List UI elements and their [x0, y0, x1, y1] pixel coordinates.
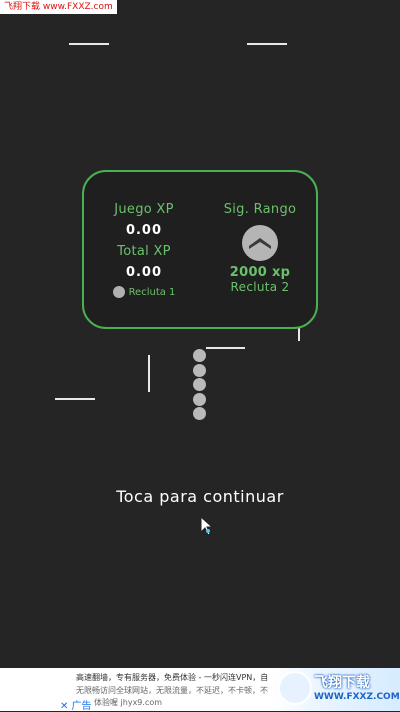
total-xp-label: Total XP — [117, 244, 171, 259]
game-xp-label: Juego XP — [114, 202, 174, 217]
obstacle-line — [206, 347, 245, 349]
xp-column: Juego XP 0.00 Total XP 0.00 Recluta 1 — [84, 202, 204, 298]
current-rank-label: Recluta 1 — [128, 286, 176, 298]
ad-logo-sub: WWW.FXXZ.COM — [314, 692, 400, 702]
ad-line-1: 高速翻墙，专有服务器，免费体验 - 一秒闪连VPN，自 — [76, 673, 269, 682]
xp-panel: Juego XP 0.00 Total XP 0.00 Recluta 1 Si… — [82, 170, 318, 329]
ad-line-2: 无限畅访问全球网站，无限流量，不延迟，不卡顿，不 — [76, 686, 268, 695]
mouse-cursor-icon — [200, 515, 216, 542]
tap-to-continue[interactable]: Toca para continuar — [0, 487, 400, 506]
ad-line-3: 体验喔 jhyx9.com — [94, 698, 163, 707]
ad-logo: 飞翔下载 WWW.FXXZ.COM — [272, 668, 400, 711]
ad-banner[interactable]: 高速翻墙，专有服务器，免费体验 - 一秒闪连VPN，自 无限畅访问全球网站，无限… — [0, 668, 400, 712]
chevron-up-icon — [242, 225, 278, 261]
logo-icon — [278, 671, 312, 705]
ad-close-button[interactable]: ✕ 广告 — [60, 697, 92, 712]
total-xp-value: 0.00 — [125, 265, 163, 280]
snake-segment — [193, 363, 206, 377]
obstacle-line — [148, 355, 150, 392]
watermark-banner: 飞翔下载 www.FXXZ.com — [0, 0, 117, 14]
snake-segment — [193, 378, 206, 391]
next-rank-name: Recluta 2 — [230, 280, 290, 294]
current-rank: Recluta 1 — [84, 286, 204, 298]
next-rank-label: Sig. Rango — [223, 202, 297, 217]
next-rank-xp: 2000 xp — [229, 265, 291, 280]
rank-dot-icon — [112, 286, 125, 298]
game-xp-value: 0.00 — [125, 223, 163, 238]
snake-segment — [193, 407, 206, 420]
snake-body — [193, 349, 206, 422]
obstacle-line — [55, 398, 95, 400]
obstacle-line — [247, 43, 287, 45]
snake-segment — [193, 392, 206, 406]
obstacle-line — [69, 43, 109, 45]
ad-logo-main: 飞翔下载 — [314, 675, 370, 691]
next-rank-column: Sig. Rango 2000 xp Recluta 2 — [200, 202, 320, 294]
snake-segment — [193, 349, 206, 362]
